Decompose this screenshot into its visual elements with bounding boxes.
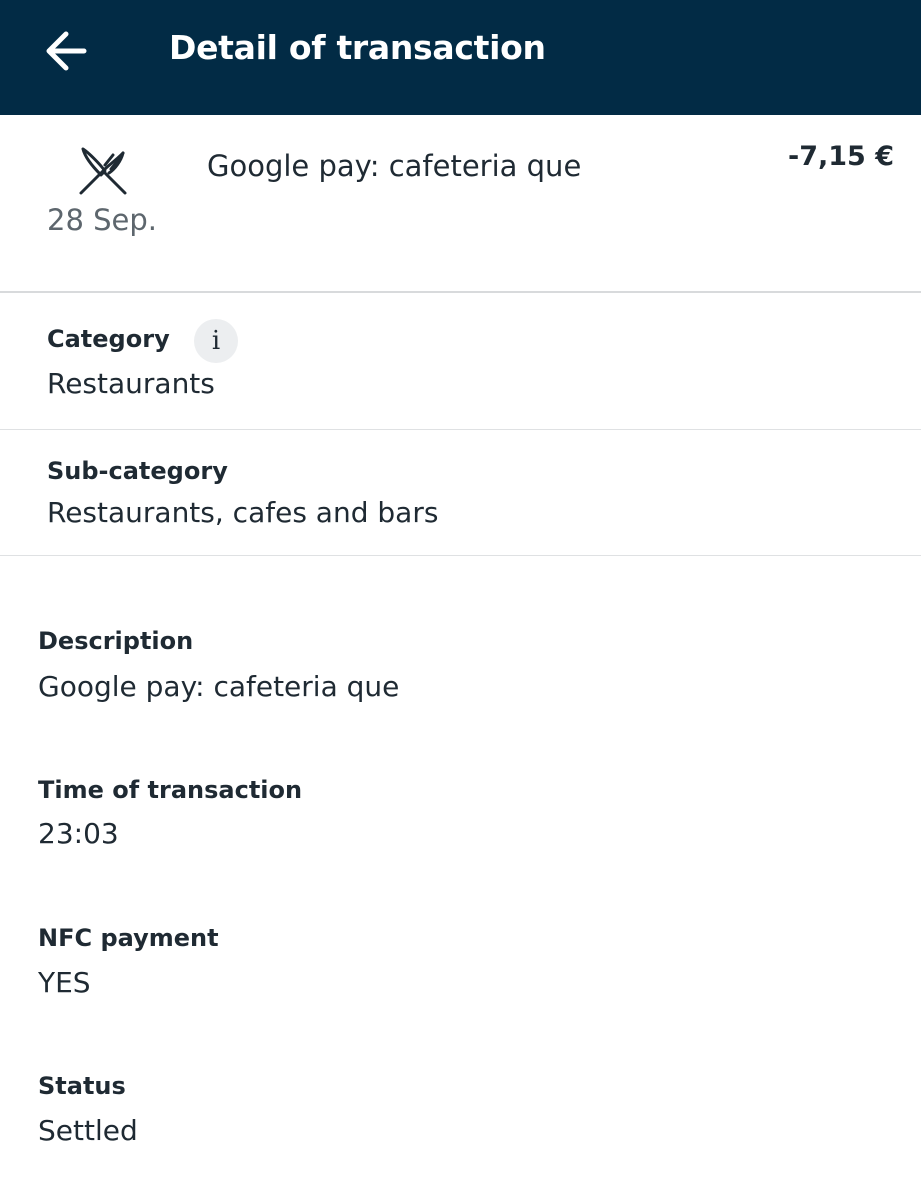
time-value: 23:03 bbox=[38, 817, 119, 850]
nfc-value: YES bbox=[38, 966, 91, 999]
time-label: Time of transaction bbox=[38, 776, 303, 804]
merchant-name: Google pay: cafeteria que bbox=[207, 149, 582, 183]
status-label: Status bbox=[38, 1072, 126, 1100]
back-button[interactable] bbox=[36, 24, 96, 78]
nfc-label: NFC payment bbox=[38, 924, 219, 952]
top-app-bar: Detail of transaction bbox=[0, 0, 921, 115]
arrow-left-icon[interactable] bbox=[36, 24, 96, 78]
description-value: Google pay: cafeteria que bbox=[38, 670, 400, 703]
fork-knife-icon bbox=[79, 147, 127, 195]
category-row[interactable]: Category i Restaurants bbox=[0, 293, 921, 430]
transaction-amount: -7,15 € bbox=[787, 141, 894, 172]
subcategory-value: Restaurants, cafes and bars bbox=[47, 496, 439, 529]
subcategory-label: Sub-category bbox=[47, 457, 228, 485]
description-label: Description bbox=[38, 627, 194, 655]
subcategory-row[interactable]: Sub-category Restaurants, cafes and bars bbox=[0, 430, 921, 556]
page-title: Detail of transaction bbox=[169, 28, 546, 67]
status-value: Settled bbox=[38, 1114, 138, 1147]
transaction-date: 28 Sep. bbox=[47, 203, 157, 237]
category-value: Restaurants bbox=[47, 367, 215, 400]
category-label: Category bbox=[47, 325, 170, 353]
transaction-summary: 28 Sep. Google pay: cafeteria que -7,15 … bbox=[0, 115, 921, 293]
info-icon[interactable]: i bbox=[194, 319, 238, 363]
